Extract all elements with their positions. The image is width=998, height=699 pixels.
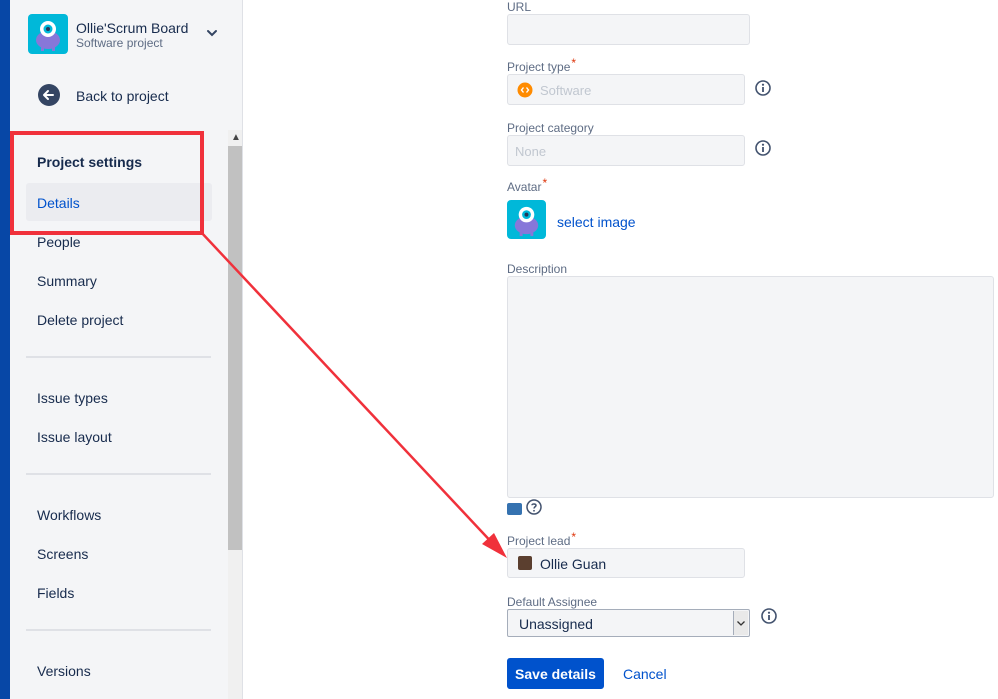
sidebar-scrollbar-thumb[interactable] [228,146,242,550]
sidebar-item-versions[interactable]: Versions [37,663,91,679]
project-avatar [28,14,68,54]
sidebar-item-people[interactable]: People [37,234,81,250]
sidebar-item-issue-types[interactable]: Issue types [37,390,108,406]
sidebar-item-delete-project[interactable]: Delete project [37,312,123,328]
required-marker: * [571,56,577,70]
sidebar-item-summary[interactable]: Summary [37,273,97,289]
project-category-field[interactable]: None [507,135,745,166]
cancel-link[interactable]: Cancel [623,666,667,682]
project-type-field: Software [507,74,745,105]
default-assignee-label: Default Assignee [507,595,598,609]
default-assignee-value: Unassigned [519,616,593,632]
info-icon[interactable] [755,80,771,96]
url-label: URL [507,0,532,14]
project-category-label: Project category [507,121,594,135]
description-label: Description [507,262,568,276]
select-image-link[interactable]: select image [557,214,636,230]
description-textarea[interactable] [507,276,994,498]
arrow-left-icon [38,84,60,106]
sidebar-divider [26,473,211,475]
chevron-down-icon[interactable] [733,611,748,635]
sidebar-item-issue-layout[interactable]: Issue layout [37,429,112,445]
scroll-up-icon[interactable]: ▲ [231,131,241,145]
sidebar-item-fields[interactable]: Fields [37,585,74,601]
sidebar-divider [26,629,211,631]
project-lead-value: Ollie Guan [540,556,607,572]
help-icon[interactable] [526,499,542,515]
software-icon [517,82,533,98]
global-nav-bar [0,0,10,699]
sidebar-item-screens[interactable]: Screens [37,546,88,562]
url-input[interactable] [507,14,750,45]
back-to-project-label: Back to project [76,88,169,104]
project-type-label: Software project [76,36,163,50]
wiki-style-icon[interactable] [507,503,522,515]
annotation-highlight-box [10,131,204,235]
project-type-value: Software [540,83,592,98]
required-marker: * [571,530,577,544]
chevron-down-icon[interactable] [205,26,219,40]
sidebar-divider [26,356,211,358]
avatar-label: Avatar* [507,176,548,194]
default-assignee-select[interactable]: Unassigned [507,609,750,637]
project-lead-label: Project lead* [507,530,577,548]
info-icon[interactable] [755,140,771,156]
project-type-label: Project type* [507,56,577,74]
sidebar-item-workflows[interactable]: Workflows [37,507,101,523]
user-avatar [518,556,532,570]
info-icon[interactable] [761,608,777,624]
project-switcher[interactable]: Ollie'Scrum Board Software project [28,14,223,56]
save-details-button[interactable]: Save details [507,658,604,689]
project-name: Ollie'Scrum Board [76,20,189,36]
project-avatar-preview[interactable] [507,200,546,239]
required-marker: * [542,176,548,190]
project-category-value: None [515,144,547,159]
project-lead-picker[interactable]: Ollie Guan [507,548,745,578]
